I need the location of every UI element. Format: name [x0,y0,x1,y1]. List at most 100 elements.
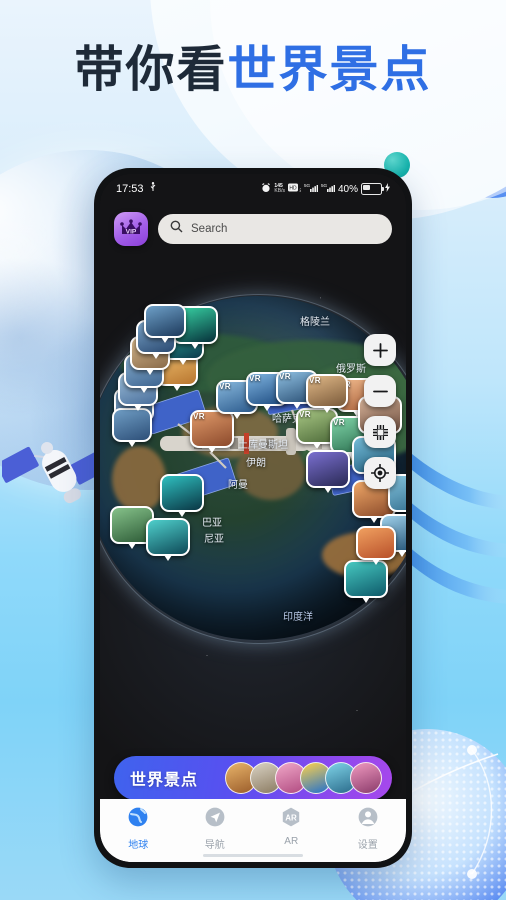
banner-thumbnails[interactable] [225,762,382,794]
poster-stage: 带你看世界景点 格陵兰 俄罗斯 哈萨克 土库曼斯坦 伊朗 阿曼 巴亚 尼亚 印度… [0,0,506,900]
pin-tail [152,353,160,359]
tab-earth-label: 地球 [128,840,149,851]
map-label: 伊朗 [246,458,266,469]
pin-thumbnail [358,528,394,558]
svg-text:5G: 5G [304,183,311,188]
harbor-thumb[interactable] [350,762,382,794]
pin-thumbnail [162,476,202,510]
map-label: 尼亚 [204,534,224,545]
pin-tail [208,447,216,453]
minus-icon [372,390,388,392]
vr-badge: VR [333,418,345,427]
recenter-button[interactable] [364,416,396,448]
tab-ar-label: AR [284,836,299,847]
map-controls [364,334,396,489]
search-icon [170,220,183,238]
battery-percent: 40% [337,183,358,195]
pin-tail [362,597,370,603]
pin-tail [178,511,186,517]
map-photo-pin[interactable] [160,474,204,517]
map-photo-pin[interactable]: VR [190,410,234,453]
network-speed: 145 KB/s [274,183,285,194]
pin-tail [179,359,187,365]
svg-text:2: 2 [299,187,301,192]
pin-tail [191,343,199,349]
page-title-dark: 带你看 [74,43,228,97]
phone-device: 格陵兰俄罗斯哈萨克土库曼斯坦伊朗阿曼巴亚尼亚印度洋巴布亚新澳大 VRVRVRVR… [94,168,412,868]
pin-tail [164,555,172,561]
map-label: 印度洋 [283,612,313,623]
usb-icon [149,182,157,196]
vr-badge: VR [193,412,205,421]
gps-target-icon [371,464,389,482]
map-label: 巴亚 [202,518,222,529]
status-bar-right: 145 KB/s HD 2 5G 5G 40% [261,182,390,196]
pin-tail [324,487,332,493]
zoom-in-button[interactable] [364,334,396,366]
svg-text:VIP: VIP [126,229,137,236]
crosshair-frame-icon [372,424,388,440]
tab-earth[interactable]: 地球 [100,806,177,851]
pin-tail [370,517,378,523]
banner-title: 世界景点 [130,772,199,789]
pin-thumbnail [346,562,386,596]
tab-navigation-label: 导航 [204,840,225,851]
pin-tail [173,385,181,391]
pin-tail [313,443,321,449]
locate-button[interactable] [364,457,396,489]
vr-badge: VR [279,372,291,381]
status-bar-left: 17:53 [116,182,157,196]
crown-icon: VIP [120,219,142,236]
pin-thumbnail [146,306,184,336]
search-input[interactable]: Search [191,223,227,235]
pin-tail [146,369,154,375]
map-photo-pin[interactable] [112,408,152,447]
pin-tail [128,543,136,549]
person-icon [357,806,379,833]
map-photo-pin[interactable] [344,560,388,603]
decor-swoosh-group [398,398,506,648]
search-bar[interactable]: Search [158,214,392,244]
vr-badge: VR [309,376,321,385]
pin-tail [161,337,169,343]
pin-tail [323,407,331,413]
tab-ar[interactable]: AR AR [253,806,330,847]
hd-volte-icon: HD 2 [287,183,302,195]
pin-tail [140,387,148,393]
tab-settings-label: 设置 [357,840,378,851]
map-photo-pin[interactable] [356,526,396,565]
map-photo-pin[interactable] [306,450,350,493]
battery-icon [361,183,384,195]
pin-tail [128,441,136,447]
top-bar: VIP Search [100,204,406,246]
status-time: 17:53 [116,183,144,195]
pin-tail [134,405,142,411]
map-photo-pin[interactable] [144,304,186,343]
world-sights-banner[interactable]: 世界景点 [114,756,392,800]
alarm-icon [261,182,271,196]
map-label: 土库曼斯坦 [238,440,288,451]
svg-text:AR: AR [285,813,297,822]
pin-thumbnail [148,520,188,554]
charging-bolt-icon [385,183,390,195]
pin-tail [293,403,301,409]
vr-badge: VR [299,410,311,419]
map-photo-pin[interactable]: VR [306,374,348,413]
pin-tail [233,413,241,419]
zoom-out-button[interactable] [364,375,396,407]
svg-text:HD: HD [289,185,297,191]
svg-text:5G: 5G [321,183,328,188]
page-title: 带你看世界景点 [0,46,506,95]
tab-settings[interactable]: 设置 [330,806,407,851]
home-indicator [203,853,303,857]
vr-badge: VR [249,374,261,383]
signal-bars-icon-2: 5G [321,183,335,195]
phone-screen: 格陵兰俄罗斯哈萨克土库曼斯坦伊朗阿曼巴亚尼亚印度洋巴布亚新澳大 VRVRVRVR… [100,174,406,862]
navigation-arrow-icon [204,806,226,833]
bottom-tab-bar: 地球 导航 AR AR 设置 [100,799,406,862]
map-photo-pin[interactable] [146,518,190,561]
pin-tail [398,551,406,557]
vip-badge-button[interactable]: VIP [114,212,148,246]
page-title-blue: 世界景点 [227,43,432,97]
tab-navigation[interactable]: 导航 [177,806,254,851]
